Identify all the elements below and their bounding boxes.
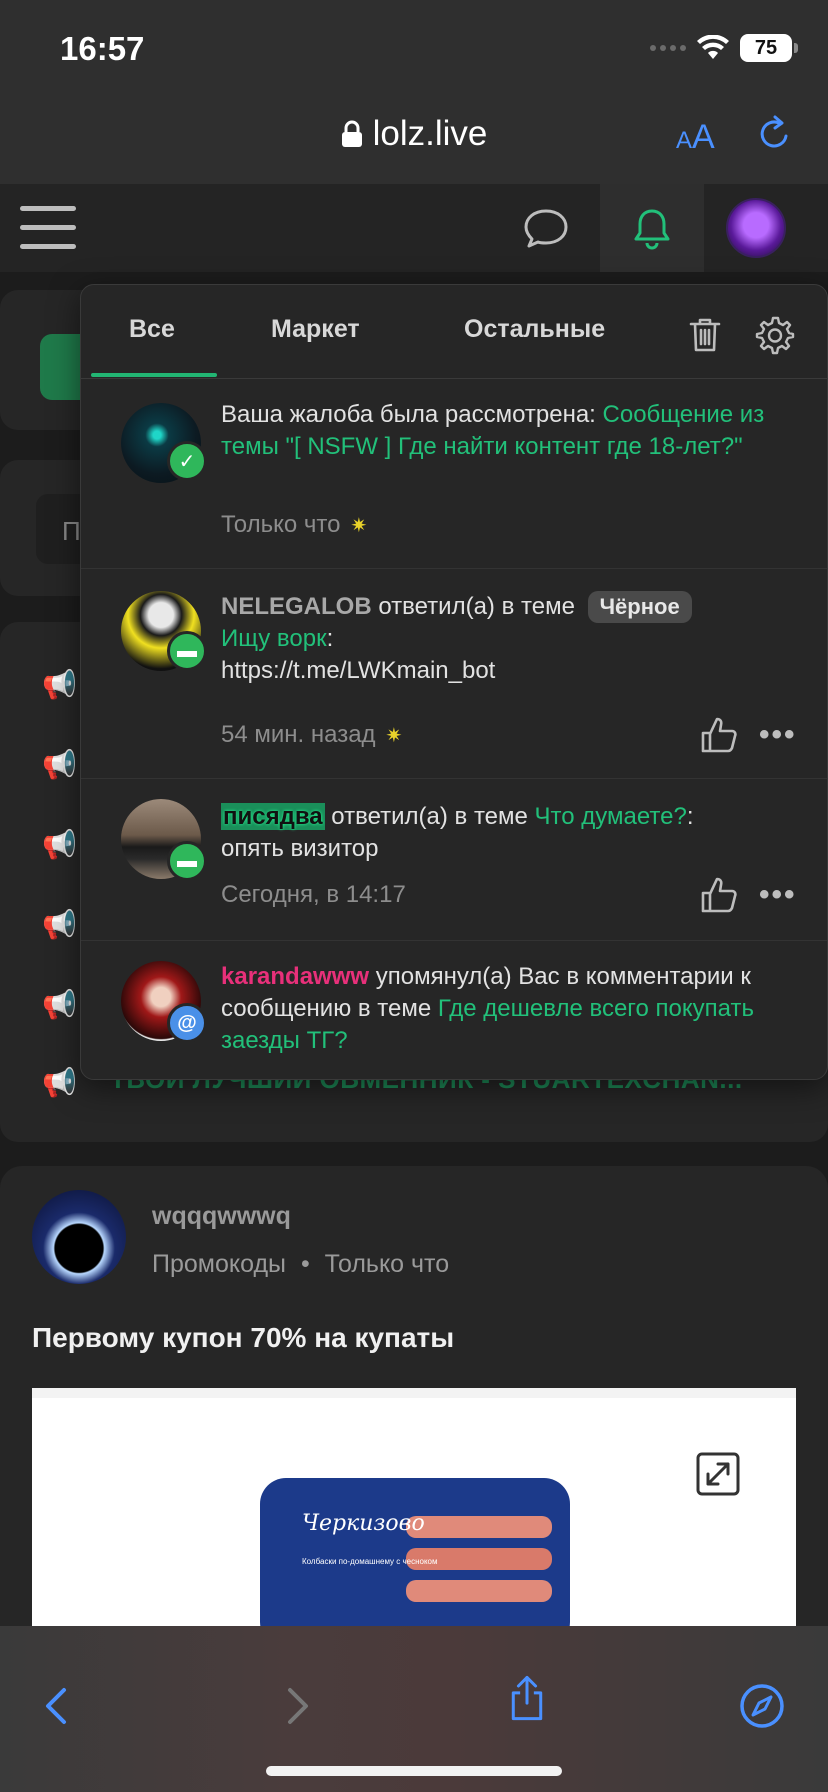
notification-time: Только что ✷ [221,511,368,538]
trash-icon[interactable] [689,317,721,353]
avatar[interactable] [32,1190,126,1284]
browser-address-bar: lolz.live AA [0,96,828,184]
status-indicators: 75 [650,34,798,62]
lock-icon [341,120,362,147]
compass-icon[interactable] [738,1682,786,1730]
megaphone-icon: 📢 [42,909,77,940]
unread-sparkle-icon: ✷ [385,725,403,747]
notification-item[interactable]: ✓ Ваша жалоба была рассмотрена: Сообщени… [81,379,827,569]
like-icon[interactable] [699,715,739,755]
active-tab-indicator [91,373,217,377]
post-title[interactable]: Первому купон 70% на купаты [32,1322,454,1354]
back-icon[interactable] [34,1682,82,1730]
url-text: lolz.live [372,114,488,153]
message-preview: https://t.me/LWKmain_bot [221,657,496,684]
wifi-icon [697,35,729,59]
topic-link[interactable]: Что думаете? [535,803,687,830]
notification-time: Сегодня, в 14:17 [221,881,406,908]
notification-tabs: Все Маркет Остальные [81,285,827,379]
notifications-button[interactable] [600,184,704,272]
user-avatar[interactable] [726,198,786,258]
reload-icon[interactable] [755,114,795,154]
tab-other[interactable]: Остальные [464,315,605,344]
more-options-icon[interactable]: ••• [759,880,799,925]
battery-indicator: 75 [740,34,798,62]
status-time: 16:57 [60,30,145,67]
prefix-tag: Чёрное [587,591,692,623]
post-time: Только что [324,1250,450,1278]
message-preview: опять визитор [221,835,379,862]
like-icon[interactable] [699,875,739,915]
gear-icon[interactable] [755,315,795,355]
megaphone-icon: 📢 [42,989,77,1020]
post-image[interactable]: Черкизово Колбаски по-домашнему с чеснок… [32,1388,796,1628]
brand-label: Черкизово [302,1511,425,1536]
message-badge-icon: ▬ [167,841,207,881]
megaphone-icon: 📢 [42,829,77,860]
menu-icon[interactable] [20,204,76,252]
notification-text: karandawww упомянул(а) Вас в комментарии… [221,963,754,1054]
message-badge-icon: ▬ [167,631,207,671]
forward-icon[interactable] [272,1682,320,1730]
notification-text: писядва ответил(а) в теме Что думаете?: … [221,803,694,862]
notification-item[interactable]: ▬ NELEGALOB ответил(а) в теме Чёрное Ищу… [81,569,827,779]
product-label: Колбаски по-домашнему с чесноком [302,1557,438,1566]
tab-market[interactable]: Маркет [271,315,360,344]
status-bar: 16:57 75 [0,0,828,96]
cellular-signal-icon [650,45,686,51]
expand-icon[interactable] [696,1452,740,1496]
notification-text: Ваша жалоба была рассмотрена: Сообщение … [221,401,765,460]
product-image: Черкизово Колбаски по-домашнему с чеснок… [32,1388,796,1628]
megaphone-icon: 📢 [42,669,77,700]
bell-icon [634,209,670,250]
site-header [0,184,828,272]
username[interactable]: NELEGALOB [221,593,372,620]
notification-text: NELEGALOB ответил(а) в теме Чёрное Ищу в… [221,591,801,687]
text-size-button[interactable]: AA [676,118,715,157]
tab-all[interactable]: Все [129,315,175,344]
username[interactable]: писядва [221,803,325,830]
home-indicator [266,1766,562,1776]
notifications-dropdown: Все Маркет Остальные ✓ Ваша жалоба была … [80,284,828,1080]
megaphone-icon: 📢 [42,1067,77,1098]
notification-item[interactable]: ▬ писядва ответил(а) в теме Что думаете?… [81,779,827,941]
post-category[interactable]: Промокоды [152,1250,286,1278]
topic-link[interactable]: Ищу ворк [221,625,327,652]
username[interactable]: karandawww [221,963,369,990]
megaphone-icon: 📢 [42,749,77,780]
post-meta: Промокоды • Только что [152,1250,450,1278]
mention-badge-icon: @ [167,1003,207,1043]
notification-time: 54 мин. назад ✷ [221,721,403,748]
unread-sparkle-icon: ✷ [350,515,368,537]
check-badge-icon: ✓ [167,441,207,481]
post-author[interactable]: wqqqwwwq [152,1202,291,1231]
chat-icon[interactable] [520,206,572,250]
more-options-icon[interactable]: ••• [759,720,799,765]
notification-item[interactable]: @ karandawww упомянул(а) Вас в комментар… [81,941,827,1079]
share-icon[interactable] [503,1674,551,1722]
